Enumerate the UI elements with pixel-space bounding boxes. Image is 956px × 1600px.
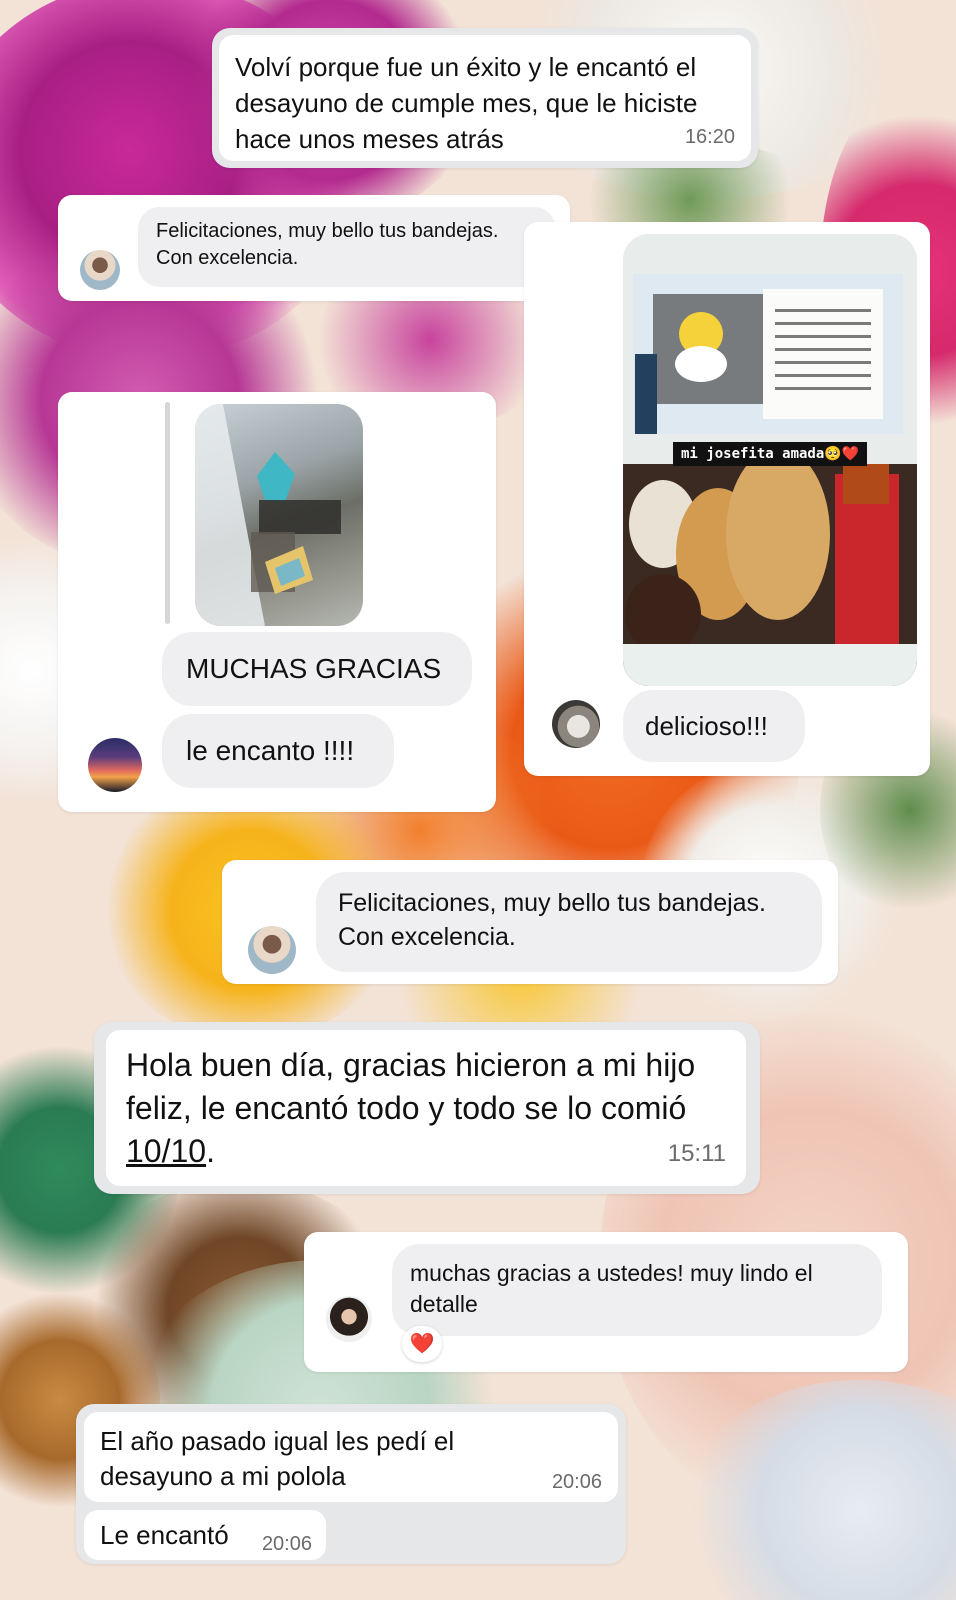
message-card-8: El año pasado igual les pedí el desayuno… [76,1404,626,1564]
patio-photo-icon [195,404,341,626]
message-bubble-4[interactable]: delicioso!!! [623,690,805,762]
message-bubble-5[interactable]: Felicitaciones, muy bello tus bandejas. … [316,872,822,972]
message-card-7: muchas gracias a ustedes! muy lindo el d… [304,1232,908,1372]
message-card-2: Felicitaciones, muy bello tus bandejas. … [58,195,570,301]
message-text: El año pasado igual les pedí el desayuno… [100,1426,455,1491]
message-bubble-8[interactable]: El año pasado igual les pedí el desayuno… [84,1412,618,1502]
reaction-badge[interactable]: ❤️ [402,1326,442,1362]
boy-avatar-icon [248,926,296,974]
reply-photo[interactable] [195,404,363,626]
story-caption-text: mi josefita amada🥺❤️ [681,446,860,462]
message-text-end: . [206,1133,215,1169]
message-text-main: Hola buen día, gracias hicieron a mi hij… [126,1047,696,1126]
message-time: 15:11 [667,1140,726,1167]
message-score: 10/10 [126,1133,207,1169]
message-text: Hola buen día, gracias hicieron a mi hij… [126,1044,726,1173]
message-bubble-3b[interactable]: le encanto !!!! [162,714,394,788]
message-text: delicioso!!! [645,711,768,741]
message-text: muchas gracias a ustedes! muy lindo el d… [410,1260,813,1317]
message-text: Felicitaciones, muy bello tus bandejas. … [338,889,767,951]
message-bubble-9[interactable]: Le encantó 20:06 [84,1510,326,1560]
message-time: 20:06 [551,1471,602,1493]
message-text: MUCHAS GRACIAS [186,653,442,684]
sunset-avatar-icon [88,738,142,792]
message-text: Felicitaciones, muy bello tus bandejas. … [156,220,499,269]
message-card-4: mi josefita amada🥺❤️ delicioso!!! [524,222,930,776]
dog-avatar-icon [552,700,600,748]
message-card-3: MUCHAS GRACIAS le encanto !!!! [58,392,496,812]
message-bubble-2[interactable]: Felicitaciones, muy bello tus bandejas. … [138,207,556,287]
message-bubble-6[interactable]: Hola buen día, gracias hicieron a mi hij… [106,1030,746,1186]
message-card-1: Volví porque fue un éxito y le encantó e… [212,28,758,168]
message-bubble-7[interactable]: muchas gracias a ustedes! muy lindo el d… [392,1244,882,1336]
message-bubble-1[interactable]: Volví porque fue un éxito y le encantó e… [219,35,751,161]
heart-icon: ❤️ [409,1333,435,1355]
woman-avatar-icon [326,1296,372,1342]
message-text: le encanto !!!! [186,735,355,766]
message-card-6: Hola buen día, gracias hicieron a mi hij… [94,1022,760,1194]
reply-bar [165,402,170,624]
message-bubble-3a[interactable]: MUCHAS GRACIAS [162,632,472,706]
boy-avatar-icon [80,250,120,290]
message-time: 20:06 [261,1533,312,1555]
story-photo[interactable]: mi josefita amada🥺❤️ [623,234,917,686]
story-caption: mi josefita amada🥺❤️ [673,442,868,466]
message-time: 16:20 [684,126,735,148]
message-card-5: Felicitaciones, muy bello tus bandejas. … [222,860,838,984]
message-text: Volví porque fue un éxito y le encantó e… [235,52,698,154]
